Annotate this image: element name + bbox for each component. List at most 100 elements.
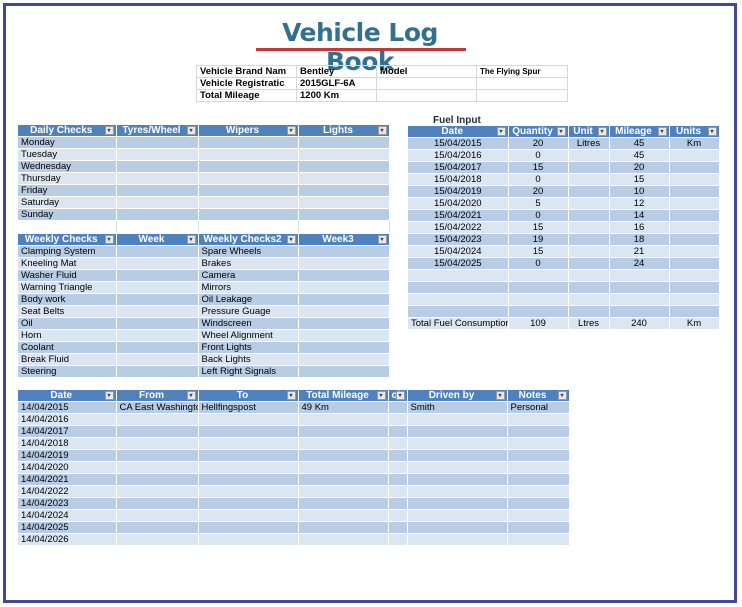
fuel-cell-units[interactable] bbox=[669, 173, 720, 186]
check-cell[interactable] bbox=[298, 160, 390, 173]
trip-cell-from[interactable] bbox=[116, 521, 199, 534]
fuel-cell-date[interactable]: 15/04/2025 bbox=[408, 257, 509, 270]
trip-cell-total-mileage[interactable] bbox=[298, 497, 389, 510]
vehicle-info-label[interactable]: Vehicle Registratic bbox=[196, 77, 297, 90]
fuel-cell-mileage[interactable]: 21 bbox=[609, 245, 670, 258]
vehicle-info-value2[interactable]: The Flying Spur bbox=[476, 65, 568, 78]
trip-cell-date[interactable]: 14/04/2019 bbox=[18, 449, 117, 462]
trip-cell-to[interactable] bbox=[198, 485, 299, 498]
check-cell[interactable] bbox=[116, 148, 199, 161]
check-status-cell[interactable] bbox=[116, 329, 199, 342]
trip-cell-ol[interactable] bbox=[388, 521, 408, 534]
trip-cell-total-mileage[interactable] bbox=[298, 449, 389, 462]
trip-cell-notes[interactable] bbox=[507, 473, 570, 486]
column-header-ol[interactable]: ol▾ bbox=[388, 390, 408, 402]
trip-cell-ol[interactable] bbox=[388, 485, 408, 498]
trip-cell-ol[interactable] bbox=[388, 413, 408, 426]
fuel-cell-units[interactable] bbox=[669, 269, 720, 282]
blank-cell[interactable] bbox=[18, 220, 117, 232]
fuel-cell-quantity[interactable] bbox=[508, 281, 569, 294]
check-cell[interactable] bbox=[298, 136, 390, 149]
filter-dropdown-icon[interactable]: ▾ bbox=[496, 127, 506, 136]
check-status-cell[interactable] bbox=[298, 341, 390, 354]
check-status-cell[interactable] bbox=[116, 341, 199, 354]
fuel-cell-mileage[interactable]: 20 bbox=[609, 161, 670, 174]
fuel-cell-mileage[interactable]: 10 bbox=[609, 185, 670, 198]
fuel-cell-unit[interactable] bbox=[568, 245, 610, 258]
fuel-cell-mileage[interactable]: 12 bbox=[609, 197, 670, 210]
check-status-cell[interactable] bbox=[116, 281, 199, 294]
column-header-lights[interactable]: Lights ▾ bbox=[298, 125, 390, 137]
trip-cell-ol[interactable] bbox=[388, 401, 408, 414]
trip-cell-driven-by[interactable] bbox=[407, 521, 508, 534]
fuel-cell-units[interactable] bbox=[669, 161, 720, 174]
fuel-cell-mileage[interactable]: 24 bbox=[609, 257, 670, 270]
filter-dropdown-icon[interactable]: ▾ bbox=[376, 391, 386, 400]
check-cell[interactable] bbox=[198, 208, 299, 221]
fuel-cell-quantity[interactable]: 0 bbox=[508, 173, 569, 186]
fuel-cell-quantity[interactable] bbox=[508, 293, 569, 306]
filter-dropdown-icon[interactable]: ▾ bbox=[186, 126, 196, 135]
fuel-cell-quantity[interactable]: 0 bbox=[508, 149, 569, 162]
fuel-cell-unit[interactable] bbox=[568, 149, 610, 162]
check-status-cell[interactable] bbox=[116, 305, 199, 318]
trip-cell-notes[interactable] bbox=[507, 485, 570, 498]
trip-cell-ol[interactable] bbox=[388, 461, 408, 474]
fuel-cell-quantity[interactable]: 19 bbox=[508, 233, 569, 246]
trip-cell-date[interactable]: 14/04/2024 bbox=[18, 509, 117, 522]
trip-cell-total-mileage[interactable] bbox=[298, 521, 389, 534]
check-status-cell[interactable] bbox=[298, 281, 390, 294]
trip-cell-date[interactable]: 14/04/2021 bbox=[18, 473, 117, 486]
trip-cell-date[interactable]: 14/04/2018 bbox=[18, 437, 117, 450]
column-header-date[interactable]: Date ▾ bbox=[408, 126, 509, 138]
column-header-tyres-wheel[interactable]: Tyres/Wheel ▾ bbox=[116, 125, 199, 137]
trip-cell-from[interactable]: CA East Washingtc bbox=[116, 401, 199, 414]
trip-cell-notes[interactable] bbox=[507, 449, 570, 462]
trip-cell-notes[interactable] bbox=[507, 413, 570, 426]
fuel-cell-date[interactable] bbox=[408, 305, 509, 318]
check-status-cell[interactable] bbox=[298, 293, 390, 306]
column-header-weekly-checks[interactable]: Weekly Checks ▾ bbox=[18, 234, 117, 246]
trip-cell-notes[interactable] bbox=[507, 509, 570, 522]
blank-cell[interactable] bbox=[116, 220, 199, 232]
trip-cell-to[interactable] bbox=[198, 533, 299, 545]
fuel-cell-unit[interactable] bbox=[568, 161, 610, 174]
vehicle-info-value[interactable]: 1200 Km bbox=[296, 89, 377, 102]
filter-dropdown-icon[interactable]: ▾ bbox=[377, 126, 387, 135]
check-cell[interactable] bbox=[116, 136, 199, 149]
check-cell[interactable] bbox=[116, 196, 199, 209]
trip-cell-to[interactable] bbox=[198, 509, 299, 522]
fuel-cell-unit[interactable] bbox=[568, 257, 610, 270]
filter-dropdown-icon[interactable]: ▾ bbox=[186, 235, 196, 244]
check-status-cell[interactable] bbox=[116, 269, 199, 282]
check-status-cell[interactable] bbox=[116, 365, 199, 377]
trip-cell-from[interactable] bbox=[116, 437, 199, 450]
trip-cell-ol[interactable] bbox=[388, 497, 408, 510]
check-cell[interactable] bbox=[198, 196, 299, 209]
trip-cell-to[interactable] bbox=[198, 425, 299, 438]
column-header-notes[interactable]: Notes ▾ bbox=[507, 390, 570, 402]
check-status-cell[interactable] bbox=[116, 353, 199, 366]
trip-cell-notes[interactable] bbox=[507, 437, 570, 450]
fuel-cell-quantity[interactable]: 0 bbox=[508, 257, 569, 270]
fuel-cell-quantity[interactable]: 0 bbox=[508, 209, 569, 222]
trip-cell-notes[interactable] bbox=[507, 521, 570, 534]
trip-cell-from[interactable] bbox=[116, 461, 199, 474]
fuel-cell-quantity[interactable]: 15 bbox=[508, 221, 569, 234]
trip-cell-driven-by[interactable] bbox=[407, 473, 508, 486]
trip-cell-driven-by[interactable] bbox=[407, 449, 508, 462]
trip-cell-ol[interactable] bbox=[388, 449, 408, 462]
fuel-cell-mileage[interactable]: 16 bbox=[609, 221, 670, 234]
check-status-cell[interactable] bbox=[116, 293, 199, 306]
filter-dropdown-icon[interactable]: ▾ bbox=[104, 391, 114, 400]
trip-cell-date[interactable]: 14/04/2016 bbox=[18, 413, 117, 426]
trip-cell-notes[interactable] bbox=[507, 533, 570, 545]
fuel-cell-date[interactable]: 15/04/2017 bbox=[408, 161, 509, 174]
blank-cell[interactable] bbox=[198, 220, 299, 232]
vehicle-info-value2[interactable] bbox=[476, 89, 568, 102]
column-header-week[interactable]: Week ▾ bbox=[116, 234, 199, 246]
trip-cell-from[interactable] bbox=[116, 449, 199, 462]
fuel-cell-units[interactable] bbox=[669, 221, 720, 234]
fuel-cell-units[interactable] bbox=[669, 209, 720, 222]
check-cell[interactable] bbox=[298, 196, 390, 209]
